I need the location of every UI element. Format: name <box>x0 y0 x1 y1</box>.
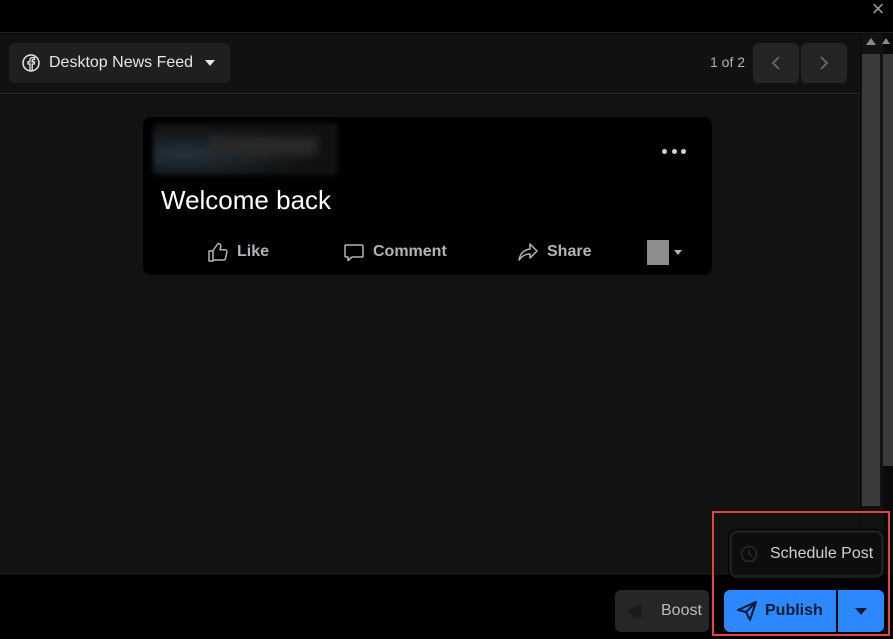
publish-label: Publish <box>765 602 823 619</box>
pager-count: 1 of 2 <box>710 54 746 70</box>
next-button[interactable] <box>801 43 847 83</box>
share-button[interactable]: Share <box>517 237 591 267</box>
boost-label: Boost <box>661 602 702 619</box>
share-label: Share <box>547 243 592 260</box>
clock-icon <box>740 545 758 563</box>
chevron-down-icon <box>855 607 867 615</box>
publish-button[interactable]: Publish <box>724 590 836 632</box>
preview-header: Desktop News Feed 1 of 2 <box>0 34 860 94</box>
close-icon[interactable]: × <box>867 0 889 20</box>
post-actions: Like Comment Share <box>143 237 712 267</box>
placement-dropdown[interactable]: Desktop News Feed <box>9 43 230 83</box>
outer-scrollbar-thumb[interactable] <box>883 54 893 466</box>
thumbs-up-icon <box>207 241 229 263</box>
send-icon <box>737 601 757 621</box>
scrollbar-thumb[interactable] <box>862 54 880 506</box>
post-preview-card: Welcome back Like Comment Share <box>143 117 712 275</box>
chevron-down-icon <box>205 60 216 66</box>
chevron-down-icon <box>674 250 682 255</box>
blurred-author-header <box>153 123 338 175</box>
megaphone-icon <box>627 602 647 620</box>
chevron-left-icon <box>771 56 780 70</box>
placement-label: Desktop News Feed <box>49 54 194 71</box>
publish-options-button[interactable] <box>838 590 884 632</box>
schedule-post-label: Schedule Post <box>770 545 874 562</box>
more-options-icon[interactable] <box>662 141 686 161</box>
like-label: Like <box>237 243 270 260</box>
comment-label: Comment <box>373 243 447 260</box>
top-bar: × <box>0 0 893 33</box>
share-icon <box>517 241 539 263</box>
outer-scroll-up-arrow-icon[interactable] <box>882 38 890 44</box>
like-button[interactable]: Like <box>207 237 269 267</box>
previous-button[interactable] <box>753 43 799 83</box>
comment-icon <box>343 241 365 263</box>
avatar <box>647 240 669 265</box>
audience-avatar-selector[interactable] <box>647 240 682 265</box>
schedule-post-option[interactable]: Schedule Post <box>729 530 884 578</box>
facebook-icon <box>22 54 40 72</box>
scroll-up-arrow-icon[interactable] <box>866 38 876 45</box>
boost-button[interactable]: Boost <box>615 590 709 632</box>
chevron-right-icon <box>820 56 829 70</box>
comment-button[interactable]: Comment <box>343 237 447 267</box>
post-text: Welcome back <box>161 185 332 215</box>
